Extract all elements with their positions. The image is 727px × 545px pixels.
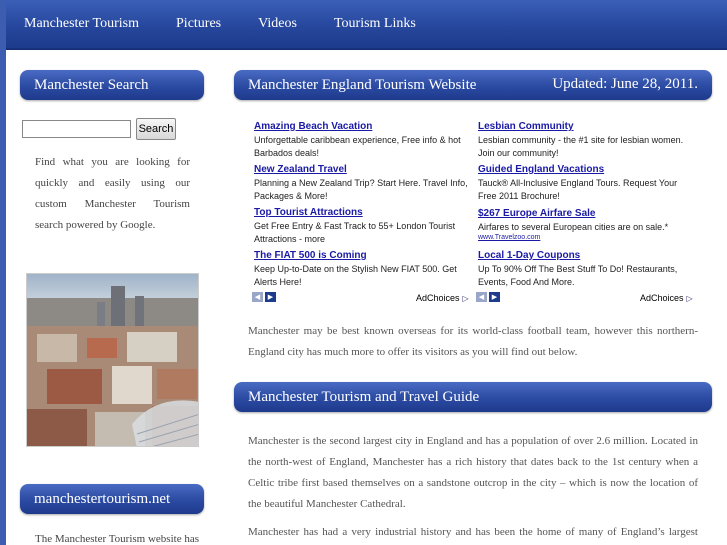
ad-text: Planning a New Zealand Trip? Start Here.… xyxy=(254,178,468,201)
ad-text: Lesbian community - the #1 site for lesb… xyxy=(478,135,684,158)
guide-title: Manchester Tourism and Travel Guide xyxy=(248,388,480,405)
ad-text: Airfares to several European cities are … xyxy=(478,222,669,232)
ad-pager-right: ◀ ▶ xyxy=(476,292,502,302)
search-header-title: Manchester Search xyxy=(34,76,149,93)
adchoices-icon: ▷ xyxy=(462,293,469,303)
site-description: The Manchester Tourism website has xyxy=(35,533,199,545)
ad-prev-arrow-icon[interactable]: ◀ xyxy=(476,292,487,302)
adchoices-icon: ▷ xyxy=(686,293,693,303)
adchoices-label: AdChoices xyxy=(416,293,460,303)
ad-item: New Zealand Travel Planning a New Zealan… xyxy=(254,164,470,205)
ad-text: Unforgettable caribbean experience, Free… xyxy=(254,135,461,158)
site-header-title: manchestertourism.net xyxy=(34,490,171,507)
nav-item-videos[interactable]: Videos xyxy=(258,16,297,32)
site-header: manchestertourism.net xyxy=(20,484,204,514)
search-description: Find what you are looking for quickly an… xyxy=(35,156,190,231)
nav-item-manchester-tourism[interactable]: Manchester Tourism xyxy=(24,16,139,32)
adchoices-link[interactable]: AdChoices ▷ xyxy=(416,293,469,303)
ad-next-arrow-icon[interactable]: ▶ xyxy=(489,292,500,302)
ad-title-link[interactable]: Local 1-Day Coupons xyxy=(478,250,694,261)
ad-item: Lesbian Community Lesbian community - th… xyxy=(478,121,694,162)
ad-text: Get Free Entry & Fast Track to 55+ Londo… xyxy=(254,221,456,244)
updated-date: Updated: June 28, 2011. xyxy=(552,76,698,92)
top-navigation: Manchester Tourism Pictures Videos Touri… xyxy=(6,0,727,50)
intro-paragraph: Manchester may be best known overseas fo… xyxy=(248,325,698,358)
guide-header: Manchester Tourism and Travel Guide xyxy=(234,382,712,412)
ad-pager-left: ◀ ▶ xyxy=(252,292,278,302)
ad-text: Tauck® All-Inclusive England Tours. Requ… xyxy=(478,178,678,201)
nav-item-tourism-links[interactable]: Tourism Links xyxy=(334,16,416,32)
ad-title-link[interactable]: $267 Europe Airfare Sale xyxy=(478,208,694,219)
ad-item: Local 1-Day Coupons Up To 90% Off The Be… xyxy=(478,250,694,291)
ad-item: Top Tourist Attractions Get Free Entry &… xyxy=(254,207,470,248)
ad-next-arrow-icon[interactable]: ▶ xyxy=(265,292,276,302)
nav-item-pictures[interactable]: Pictures xyxy=(176,16,221,32)
ad-title-link[interactable]: Amazing Beach Vacation xyxy=(254,121,470,132)
manchester-aerial-photo xyxy=(26,273,199,447)
adchoices-label: AdChoices xyxy=(640,293,684,303)
search-header: Manchester Search xyxy=(20,70,204,100)
ad-item: $267 Europe Airfare Sale Airfares to sev… xyxy=(478,208,694,241)
body-paragraph: Manchester is the second largest city in… xyxy=(248,435,698,510)
adchoices-link[interactable]: AdChoices ▷ xyxy=(640,293,693,303)
main-title: Manchester England Tourism Website xyxy=(248,76,477,93)
ad-item: The FIAT 500 is Coming Keep Up-to-Date o… xyxy=(254,250,470,291)
ad-title-link[interactable]: Top Tourist Attractions xyxy=(254,207,470,218)
ad-item: Amazing Beach Vacation Unforgettable car… xyxy=(254,121,470,162)
main-header: Manchester England Tourism Website Updat… xyxy=(234,70,712,100)
search-button[interactable]: Search xyxy=(136,118,176,140)
ad-item: Guided England Vacations Tauck® All-Incl… xyxy=(478,164,694,205)
ad-prev-arrow-icon[interactable]: ◀ xyxy=(252,292,263,302)
ad-title-link[interactable]: New Zealand Travel xyxy=(254,164,470,175)
ad-title-link[interactable]: Guided England Vacations xyxy=(478,164,694,175)
ad-url-link[interactable]: www.Travelzoo.com xyxy=(478,234,694,241)
ad-title-link[interactable]: The FIAT 500 is Coming xyxy=(254,250,470,261)
search-input[interactable] xyxy=(22,120,131,138)
page: Manchester Tourism Pictures Videos Touri… xyxy=(6,0,727,545)
ad-title-link[interactable]: Lesbian Community xyxy=(478,121,694,132)
body-paragraph: Manchester has had a very industrial his… xyxy=(248,526,698,538)
ad-text: Keep Up-to-Date on the Stylish New FIAT … xyxy=(254,264,457,287)
ad-text: Up To 90% Off The Best Stuff To Do! Rest… xyxy=(478,264,678,287)
